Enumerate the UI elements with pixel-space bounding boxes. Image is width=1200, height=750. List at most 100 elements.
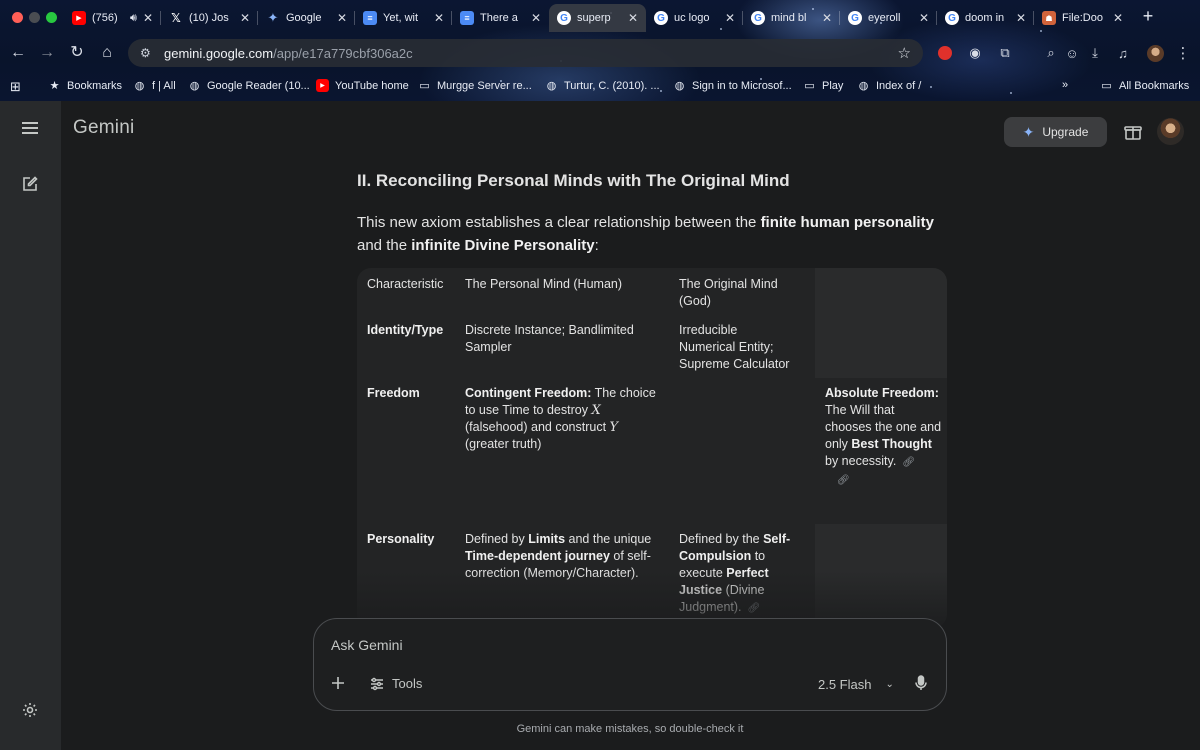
window-close-button[interactable] [12,12,23,23]
forward-button[interactable]: → [37,43,57,63]
upgrade-button[interactable]: ✦ Upgrade [1004,117,1107,147]
bookmark-item[interactable]: ▭ Play [803,79,843,93]
bookmark-item[interactable]: ◍ Google Reader (10... [188,79,310,93]
folder-icon: ▭ [1101,80,1112,92]
profile-manage-icon[interactable]: ☺ [1062,43,1082,63]
bookmark-label: YouTube home [335,79,409,92]
google-icon: G [557,11,571,25]
tab-title: (10) Jos [189,12,229,24]
search-tab-icon[interactable]: ⌕ [1041,43,1061,63]
close-tab-icon[interactable]: ✕ [1113,11,1123,25]
source-link-icon[interactable]: 🔗︎ [837,475,850,486]
globe-icon: ◍ [189,80,200,92]
gift-icon[interactable] [1122,121,1144,143]
browser-tab[interactable]: ≡ Yet, wit ✕ [355,4,452,32]
reload-button[interactable]: ↻ [67,43,87,63]
plus-icon [332,677,344,689]
browser-menu-icon[interactable]: ⋮ [1173,43,1193,63]
extensions-puzzle-icon[interactable]: ⧉ [995,43,1015,63]
browser-chrome: ▶ (756) 🔊︎ ✕ 𝕏 (10) Jos ✕ ✦ Google ✕ ≡ Y… [0,0,1200,101]
close-tab-icon[interactable]: ✕ [628,11,638,25]
extension-icon[interactable]: ◉ [965,43,985,63]
chevron-down-icon: ⌄ [885,679,894,690]
speaker-icon[interactable]: 🔊︎ [130,12,137,25]
media-control-icon[interactable]: ♫ [1113,43,1133,63]
tab-title: Yet, wit [383,12,419,24]
new-chat-icon[interactable] [18,172,42,196]
bookmark-label: Sign in to Microsof... [692,79,792,92]
user-avatar[interactable] [1157,118,1184,145]
side-rail [0,101,61,750]
back-button[interactable]: ← [8,43,28,63]
window-zoom-button[interactable] [46,12,57,23]
window-minimize-button[interactable] [29,12,40,23]
browser-tab[interactable]: G doom in ✕ [937,4,1034,32]
source-link-icon[interactable]: 🔗︎ [748,603,761,614]
close-tab-icon[interactable]: ✕ [919,11,929,25]
browser-tab[interactable]: ✦ Google ✕ [258,4,355,32]
microphone-button[interactable] [914,675,928,691]
browser-tab[interactable]: G uc logo ✕ [646,4,743,32]
bookmark-item[interactable]: ▭ Murgge Server re... [418,79,532,93]
settings-icon[interactable] [18,698,42,722]
close-tab-icon[interactable]: ✕ [1016,11,1026,25]
bookmark-item[interactable]: ◍ Index of / [857,79,922,93]
tab-title: eyeroll [868,12,901,24]
tools-label: Tools [392,676,423,691]
bookmark-star-icon[interactable]: ☆ [898,44,911,62]
close-tab-icon[interactable]: ✕ [531,11,541,25]
close-tab-icon[interactable]: ✕ [434,11,444,25]
prompt-input[interactable] [331,635,891,655]
table-header: The Original Mind (God) [679,277,778,308]
tab-strip: ▶ (756) 🔊︎ ✕ 𝕏 (10) Jos ✕ ✦ Google ✕ ≡ Y… [0,0,1200,34]
app-brand[interactable]: Gemini [73,117,134,139]
globe-icon: ◍ [858,80,869,92]
browser-tab-active[interactable]: G superp ✕ [549,4,646,32]
model-selector[interactable]: 2.5 Flash ⌄ [818,677,894,692]
bookmark-item[interactable]: ◍ Sign in to Microsof... [673,79,792,93]
main-menu-icon[interactable] [18,116,42,140]
google-icon: G [751,11,765,25]
extension-shield-icon[interactable] [935,43,955,63]
browser-tab[interactable]: ▶ (756) 🔊︎ ✕ [64,4,161,32]
close-tab-icon[interactable]: ✕ [240,11,250,25]
browser-tab[interactable]: ☗ File:Doo ✕ [1034,4,1131,32]
bookmark-label: Bookmarks [67,79,123,92]
tools-button[interactable]: Tools [370,676,422,691]
bookmark-item[interactable]: ◍ Turtur, C. (2010). ... [545,79,660,93]
browser-tab[interactable]: G eyeroll ✕ [840,4,937,32]
globe-icon: ◍ [134,80,145,92]
bookmark-item[interactable]: ★ Bookmarks [48,79,123,93]
response-content: II. Reconciling Personal Minds with The … [357,171,947,257]
browser-tab[interactable]: ≡ There a ✕ [452,4,549,32]
bookmark-label: Murgge Server re... [437,79,532,92]
source-link-icon[interactable]: 🔗︎ [902,457,915,468]
browser-toolbar: ← → ↻ ⌂ ⚙ gemini.google.com /app/e17a779… [0,34,1200,72]
apps-grid-icon[interactable]: ⊞ [10,79,21,95]
tab-title: Google [286,12,322,24]
tab-title: mind bl [771,12,807,24]
home-button[interactable]: ⌂ [97,43,117,63]
tab-title: superp [577,12,611,24]
close-tab-icon[interactable]: ✕ [143,11,153,25]
bookmark-item[interactable]: ◍ f | All [133,79,176,93]
close-tab-icon[interactable]: ✕ [337,11,347,25]
close-tab-icon[interactable]: ✕ [822,11,832,25]
all-bookmarks-label: All Bookmarks [1119,79,1190,92]
browser-tab[interactable]: 𝕏 (10) Jos ✕ [161,4,258,32]
add-attachment-button[interactable] [330,675,346,691]
new-tab-button[interactable]: + [1136,5,1160,29]
model-label: 2.5 Flash [818,677,872,692]
browser-profile-avatar[interactable] [1145,43,1165,63]
gemini-app: Gemini ✦ Upgrade II. Reconciling Persona… [0,101,1200,750]
more-bookmarks-icon[interactable]: » [1062,79,1068,91]
close-tab-icon[interactable]: ✕ [725,11,735,25]
site-settings-icon[interactable]: ⚙ [140,46,154,60]
bookmark-item[interactable]: ▶ YouTube home [316,79,409,92]
all-bookmarks[interactable]: ▭ All Bookmarks [1100,79,1190,93]
download-icon[interactable]: ⤓ [1085,43,1105,63]
address-bar[interactable]: ⚙ gemini.google.com /app/e17a779cbf306a2… [128,39,923,67]
address-host: gemini.google.com [164,45,274,61]
browser-tab[interactable]: G mind bl ✕ [743,4,840,32]
x-icon: 𝕏 [171,11,181,25]
